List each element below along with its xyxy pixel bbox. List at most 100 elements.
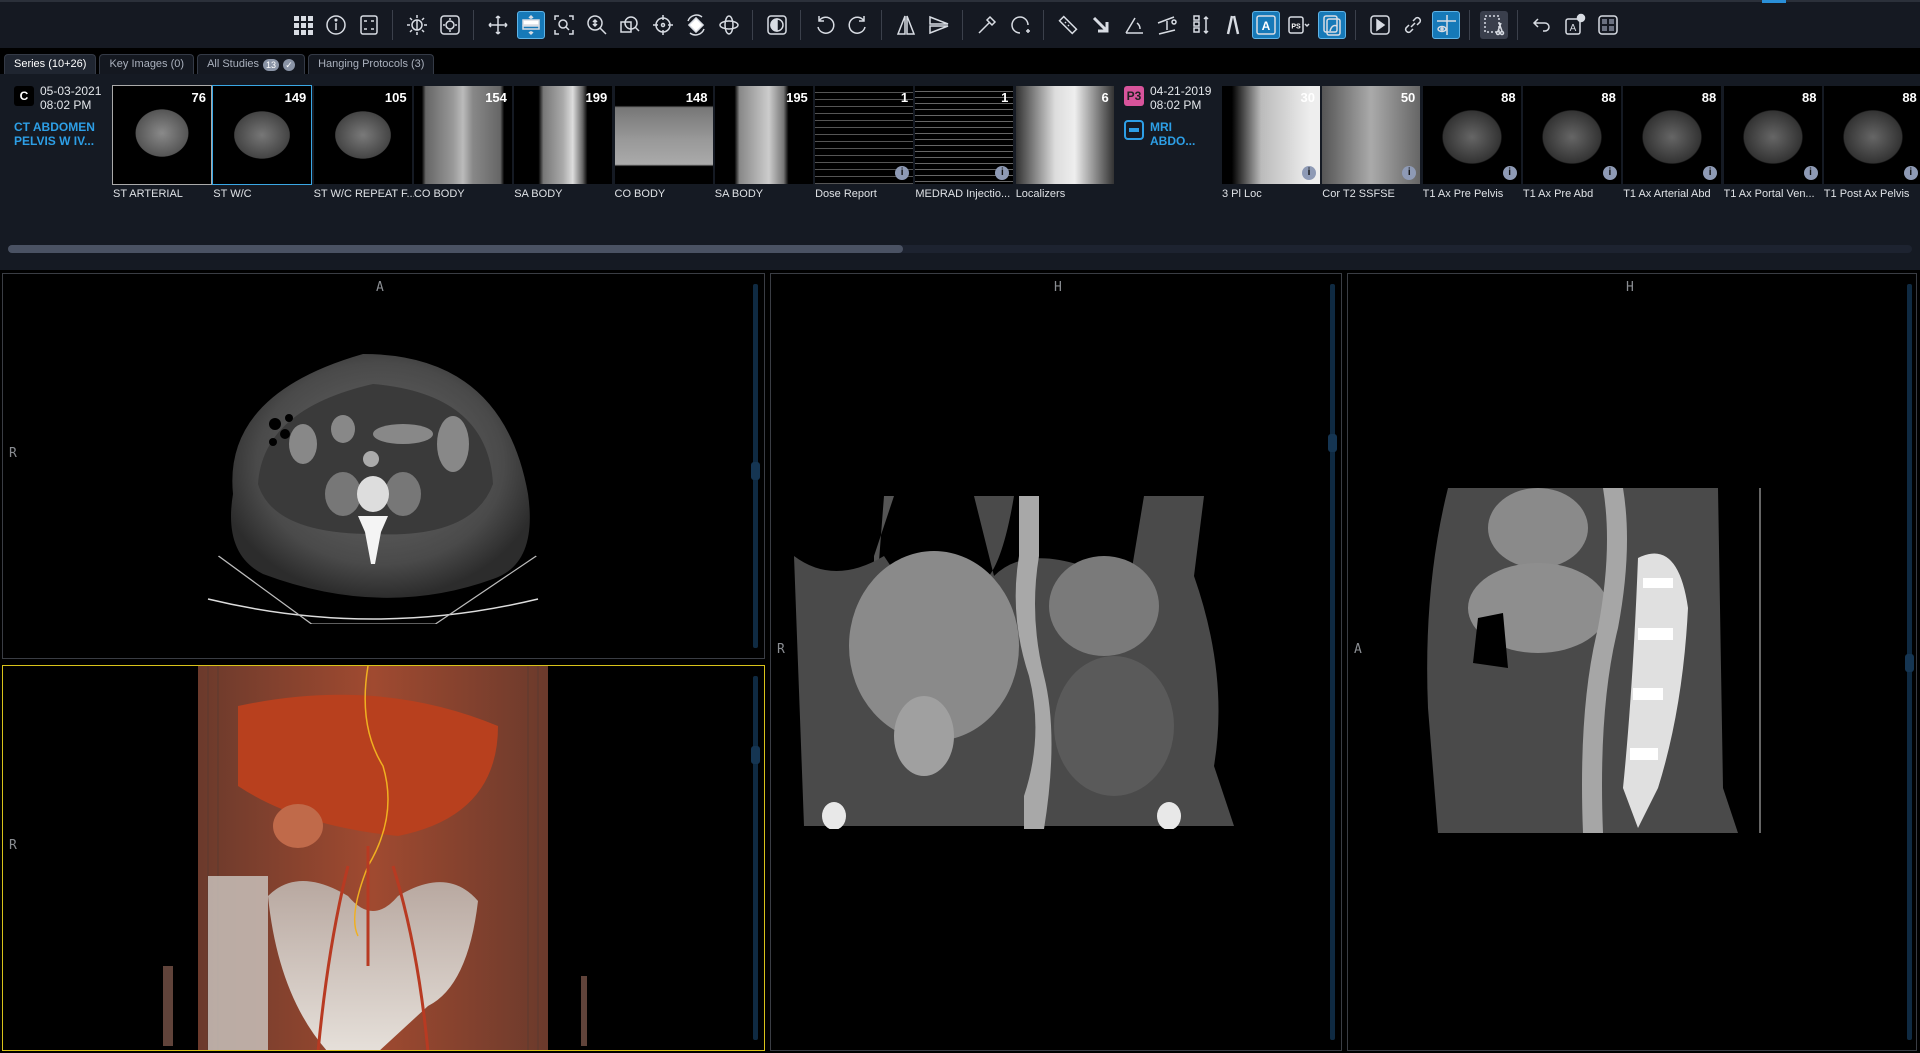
- window-level-button[interactable]: [436, 11, 464, 39]
- layout-icon: [359, 15, 378, 35]
- strip-scrollbar-thumb[interactable]: [8, 245, 903, 253]
- series-thumbnail[interactable]: 88 i: [1522, 86, 1621, 184]
- annotation-button[interactable]: A: [1251, 11, 1280, 39]
- series-thumbnail[interactable]: 88 i: [1823, 86, 1920, 184]
- series-label: SA BODY: [714, 188, 764, 200]
- slice-scrollbar[interactable]: [1328, 284, 1337, 1040]
- study-header[interactable]: P3 04-21-2019 08:02 PM MRI ABDO...: [1122, 84, 1222, 148]
- link-button[interactable]: [1399, 11, 1427, 39]
- orientation-top: H: [1054, 280, 1062, 295]
- collapse-study-icon[interactable]: [1124, 120, 1144, 140]
- info-icon[interactable]: i: [1302, 166, 1316, 180]
- undo-icon: [1532, 18, 1550, 32]
- angle-button[interactable]: [1120, 11, 1148, 39]
- clear-annotations-button[interactable]: A: [1561, 11, 1589, 39]
- series-thumbnail[interactable]: 88 i: [1422, 86, 1521, 184]
- orbit-button[interactable]: [715, 11, 743, 39]
- info-icon[interactable]: i: [895, 166, 910, 180]
- flip-horizontal-button[interactable]: [892, 11, 920, 39]
- angle-icon: [1124, 17, 1143, 34]
- ps-preset-button[interactable]: PS: [1285, 11, 1313, 39]
- tab-label: Key Images (0): [109, 58, 185, 70]
- eyedropper-button[interactable]: [973, 11, 1001, 39]
- image-count: 50: [1400, 90, 1416, 105]
- cine-play-button[interactable]: [1366, 11, 1394, 39]
- tab-label: Series (10+26): [14, 58, 87, 70]
- zoom-region-button[interactable]: [616, 11, 644, 39]
- series-thumbnail[interactable]: 149: [212, 85, 313, 185]
- series-thumbnail[interactable]: 88 i: [1723, 86, 1822, 184]
- cobb-angle-icon: [1157, 16, 1177, 35]
- layout-button[interactable]: [355, 11, 383, 39]
- magnify-button[interactable]: [583, 11, 611, 39]
- modality-badge: P3: [1124, 86, 1144, 106]
- cut-button[interactable]: [1479, 11, 1508, 39]
- info-icon[interactable]: i: [1803, 166, 1818, 180]
- invert-button[interactable]: [763, 11, 791, 39]
- series-thumbnail[interactable]: 1i: [815, 86, 914, 184]
- zoom-fit-button[interactable]: [550, 11, 578, 39]
- series-thumbnail[interactable]: 105: [313, 86, 412, 184]
- slice-scrollbar[interactable]: [751, 676, 760, 1040]
- orientation-left: R: [777, 642, 785, 657]
- info-icon[interactable]: i: [1602, 166, 1617, 180]
- viewport-sagittal[interactable]: H A: [1347, 273, 1917, 1051]
- series-label: MEDRAD Injectio...: [915, 188, 1011, 200]
- study-header[interactable]: C 05-03-2021 08:02 PM CT ABDOMEN PELVIS W I…: [12, 84, 112, 148]
- strip-scrollbar[interactable]: [8, 245, 1912, 253]
- slice-scrollbar[interactable]: [751, 284, 760, 648]
- rotate-cw-button[interactable]: [844, 11, 872, 39]
- ruler-button[interactable]: [1054, 11, 1082, 39]
- series-thumbnail[interactable]: 154: [413, 86, 512, 184]
- series-thumbnail[interactable]: 50 i: [1322, 86, 1421, 184]
- info-button[interactable]: [322, 11, 350, 39]
- presentation-button[interactable]: [1317, 11, 1346, 39]
- viewport-3d-volume[interactable]: R: [2, 665, 765, 1051]
- arrow-button[interactable]: [1087, 11, 1115, 39]
- series-thumbnail[interactable]: 76: [112, 85, 212, 185]
- spine-label-button[interactable]: [1186, 11, 1214, 39]
- freehand-roi-button[interactable]: [1006, 11, 1034, 39]
- grid-button[interactable]: [289, 11, 317, 39]
- rotate-ccw-button[interactable]: [811, 11, 839, 39]
- vessel-button[interactable]: [1219, 11, 1247, 39]
- brightness-button[interactable]: [403, 11, 431, 39]
- viewport-coronal[interactable]: H R: [770, 273, 1342, 1051]
- stack-scroll-button[interactable]: [516, 11, 545, 39]
- info-icon[interactable]: i: [1703, 166, 1718, 180]
- series-label: T1 Ax Pre Pelvis: [1422, 188, 1504, 200]
- zoom-region-icon: [619, 16, 640, 33]
- info-icon[interactable]: i: [1903, 166, 1918, 180]
- info-icon[interactable]: i: [1502, 166, 1517, 180]
- info-icon[interactable]: i: [995, 166, 1010, 180]
- study-title[interactable]: MRI ABDO...: [1150, 120, 1195, 148]
- series-thumbnail[interactable]: 195: [714, 86, 813, 184]
- tab-hanging-protocols[interactable]: Hanging Protocols (3): [308, 54, 435, 74]
- cobb-angle-button[interactable]: [1153, 11, 1181, 39]
- slice-scrollbar[interactable]: [1905, 284, 1914, 1040]
- series-thumbnail[interactable]: 6: [1015, 86, 1114, 184]
- orientation-left: A: [1354, 642, 1362, 657]
- tab-key-images[interactable]: Key Images (0): [99, 54, 195, 74]
- series-thumbnail[interactable]: 30 i: [1222, 86, 1320, 184]
- series-thumbnail[interactable]: 199: [514, 86, 613, 184]
- study-title[interactable]: CT ABDOMEN PELVIS W IV...: [14, 120, 95, 148]
- reset-layout-button[interactable]: [1594, 11, 1622, 39]
- undo-button[interactable]: [1528, 11, 1556, 39]
- image-count: 88: [1902, 90, 1917, 105]
- flip-vertical-button[interactable]: [925, 11, 953, 39]
- series-thumbnail[interactable]: 1i: [915, 86, 1014, 184]
- axial-ct-image: [207, 354, 539, 624]
- reference-lines-button[interactable]: [1431, 11, 1460, 39]
- crosshair-button[interactable]: [649, 11, 677, 39]
- pan-button[interactable]: [484, 11, 512, 39]
- tab-all-studies[interactable]: All Studies 13 ✓: [197, 54, 306, 74]
- reset-layout-icon: [1597, 15, 1618, 35]
- info-icon[interactable]: i: [1402, 166, 1417, 180]
- tab-label: All Studies: [207, 58, 260, 70]
- viewport-axial[interactable]: A R: [2, 273, 765, 659]
- tab-series[interactable]: Series (10+26): [4, 54, 97, 74]
- rotate-3d-button[interactable]: [682, 11, 710, 39]
- series-thumbnail[interactable]: 88 i: [1623, 86, 1722, 184]
- series-thumbnail[interactable]: 148: [614, 86, 713, 184]
